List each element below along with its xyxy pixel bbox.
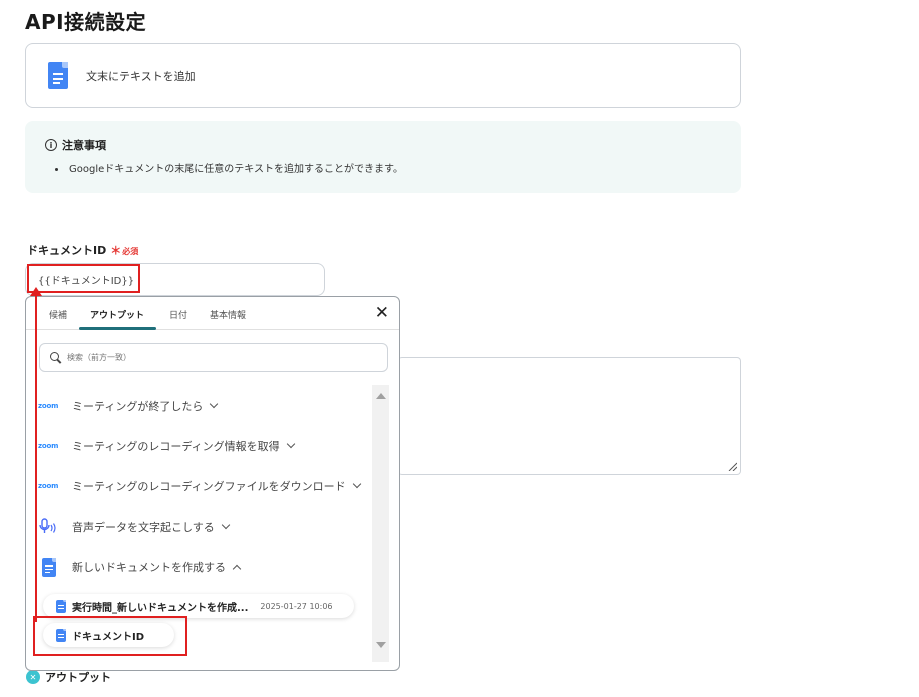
google-docs-icon [42, 557, 56, 577]
scroll-down-arrow-icon[interactable] [376, 642, 386, 648]
document-id-label: ドキュメントID ＊必須 [27, 242, 138, 258]
yoom-logo-icon: ✕ [26, 670, 40, 684]
zoom-logo-icon: zoom [38, 402, 59, 410]
scrollbar[interactable] [372, 385, 389, 662]
field-label-text: ドキュメントID [27, 244, 107, 257]
notice-item: Googleドキュメントの末尾に任意のテキストを追加することができます。 [55, 160, 721, 175]
output-section-header: ✕ アウトプット [26, 669, 111, 685]
google-docs-icon [48, 62, 68, 89]
notice-title: 注意事項 [62, 139, 106, 152]
close-icon[interactable]: ✕ [375, 305, 389, 322]
google-docs-icon-wrap [38, 557, 60, 577]
zoom-logo-icon: zoom [38, 442, 59, 450]
required-star: ＊ [110, 244, 122, 257]
search-input[interactable] [67, 353, 347, 362]
page-title: API接続設定 [25, 10, 147, 34]
info-icon: i [45, 139, 57, 151]
highlight-input-annotation [27, 264, 140, 293]
required-text: 必須 [122, 247, 139, 256]
action-label: 文末にテキストを追加 [86, 69, 196, 83]
zoom-logo-icon: zoom [38, 482, 59, 490]
search-icon [50, 352, 61, 363]
scroll-up-arrow-icon[interactable] [376, 393, 386, 399]
step-label: ミーティングのレコーディング情報を取得 [72, 440, 280, 453]
tab-date[interactable]: 日付 [169, 308, 187, 321]
step-label: ミーティングのレコーディングファイルをダウンロード [72, 480, 346, 493]
tab-bar: 候補 アウトプット 日付 基本情報 [26, 297, 399, 330]
notice-box: i 注意事項 Googleドキュメントの末尾に任意のテキストを追加することができ… [25, 121, 741, 193]
output-item-execution-time[interactable]: 実行時間_新しいドキュメントを作成... 2025-01-27 10:06 [43, 594, 354, 618]
google-docs-icon [56, 599, 66, 613]
step-item-meeting-ended[interactable]: zoom ミーティングが終了したら [38, 394, 219, 418]
chevron-down-icon [221, 520, 231, 530]
step-item-create-document[interactable]: 新しいドキュメントを作成する [38, 555, 242, 579]
output-label: 実行時間_新しいドキュメントを作成... [72, 602, 249, 614]
chevron-down-icon [210, 399, 219, 409]
search-box[interactable] [39, 343, 388, 372]
chevron-down-icon [286, 439, 295, 449]
step-item-transcribe[interactable]: 音声データを文字起こしする [38, 515, 231, 539]
tab-output[interactable]: アウトプット [90, 308, 144, 321]
annotation-arrow-head-icon [30, 287, 42, 296]
step-label: 音声データを文字起こしする [72, 521, 215, 534]
variable-picker-popup: 候補 アウトプット 日付 基本情報 ✕ zoom ミーティングが終了したら zo… [25, 296, 400, 671]
annotation-arrow-line [35, 292, 37, 622]
highlight-output-annotation [33, 616, 187, 656]
resize-handle-icon[interactable] [727, 461, 737, 471]
output-timestamp: 2025-01-27 10:06 [260, 601, 333, 611]
step-label: ミーティングが終了したら [72, 400, 204, 413]
step-item-recording-info[interactable]: zoom ミーティングのレコーディング情報を取得 [38, 434, 295, 458]
action-card[interactable]: 文末にテキストを追加 [25, 43, 741, 108]
active-tab-indicator [79, 327, 156, 330]
tab-candidates[interactable]: 候補 [49, 308, 67, 321]
tab-basic-info[interactable]: 基本情報 [210, 308, 246, 321]
step-label: 新しいドキュメントを作成する [72, 561, 226, 574]
output-section-label: アウトプット [45, 671, 111, 684]
mic-icon [38, 517, 60, 537]
chevron-up-icon [232, 564, 242, 574]
step-item-recording-download[interactable]: zoom ミーティングのレコーディングファイルをダウンロード [38, 474, 361, 498]
text-area[interactable] [398, 357, 741, 475]
chevron-down-icon [352, 479, 361, 489]
